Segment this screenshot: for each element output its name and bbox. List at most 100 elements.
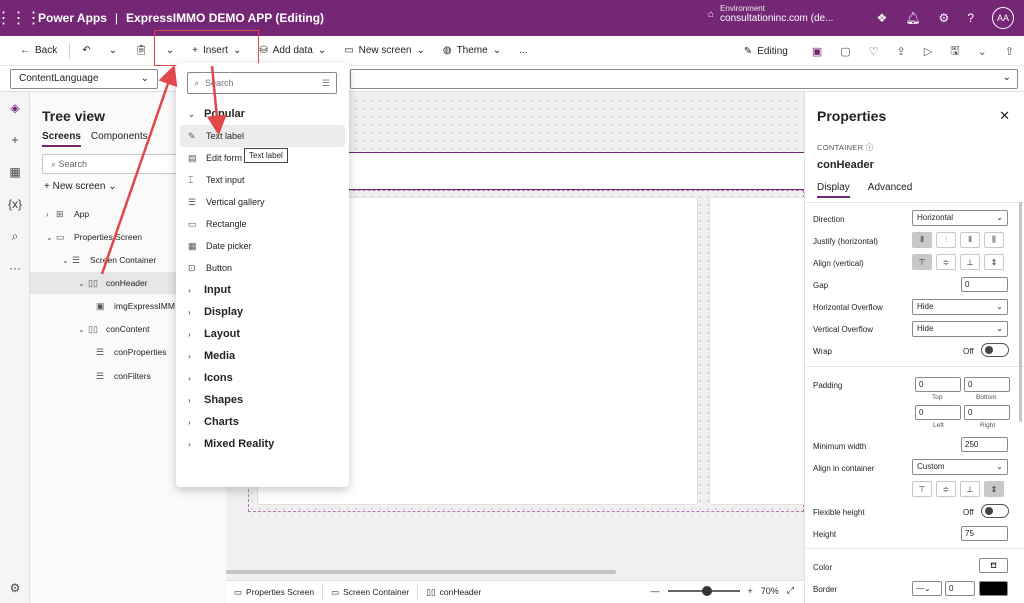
- app-launcher-icon[interactable]: ⋮⋮⋮: [0, 0, 42, 36]
- vertical-overflow-dropdown[interactable]: Hide ⌄: [912, 321, 1008, 337]
- justify-center-button[interactable]: ⫶: [936, 232, 956, 248]
- paste-button[interactable]: 📋︎: [129, 39, 154, 63]
- variables-icon[interactable]: {x}: [0, 188, 30, 220]
- category-shapes[interactable]: › Shapes: [180, 389, 345, 411]
- insert-plus-icon[interactable]: +: [0, 124, 30, 156]
- properties-scrollbar[interactable]: [1019, 202, 1022, 422]
- chevron-down-icon[interactable]: ⌄: [978, 45, 987, 58]
- close-icon[interactable]: ✕: [999, 108, 1010, 124]
- tab-advanced[interactable]: Advanced: [868, 182, 912, 198]
- chevron-down-icon[interactable]: ⌄: [46, 233, 56, 242]
- undo-menu-button[interactable]: ⌄: [103, 39, 123, 63]
- minimum-width-input[interactable]: 250: [961, 437, 1008, 452]
- add-data-button[interactable]: ⛁ Add data ⌄: [253, 39, 332, 63]
- data-table-icon[interactable]: ▦: [0, 156, 30, 188]
- align-self-center-button[interactable]: ≑: [936, 481, 956, 497]
- align-bottom-button[interactable]: ⊥: [960, 254, 980, 270]
- property-dropdown[interactable]: ContentLanguage ⌄: [10, 69, 158, 89]
- tab-components[interactable]: Components: [91, 131, 148, 147]
- copilot-pane-icon[interactable]: ▣: [812, 45, 822, 58]
- padding-top-input[interactable]: 0: [915, 377, 961, 392]
- info-icon[interactable]: ⓘ: [866, 143, 874, 152]
- insert-vertical-gallery[interactable]: ☰ Vertical gallery: [180, 191, 345, 213]
- copilot-icon[interactable]: ❖: [877, 11, 888, 25]
- help-icon[interactable]: ?: [967, 11, 974, 25]
- chevron-down-icon[interactable]: ⌄: [1003, 72, 1011, 83]
- align-self-stretch-button[interactable]: ⇕: [984, 481, 1004, 497]
- zoom-out-button[interactable]: —: [651, 586, 660, 596]
- flexible-height-toggle[interactable]: [981, 504, 1009, 518]
- chevron-down-icon[interactable]: ⌄: [62, 256, 72, 265]
- search-icon[interactable]: ⌕: [0, 220, 30, 252]
- zoom-slider[interactable]: [667, 585, 740, 596]
- canvas-horizontal-scrollbar[interactable]: [226, 570, 804, 576]
- category-media[interactable]: › Media: [180, 345, 345, 367]
- avatar[interactable]: AA: [992, 7, 1014, 29]
- align-middle-button[interactable]: ≑: [936, 254, 956, 270]
- more-button[interactable]: ...: [513, 39, 533, 63]
- color-picker[interactable]: ⛾: [979, 558, 1008, 573]
- category-icons[interactable]: › Icons: [180, 367, 345, 389]
- category-popular[interactable]: ⌄ Popular: [180, 103, 345, 125]
- zoom-slider-thumb[interactable]: [701, 585, 712, 596]
- save-icon[interactable]: 🖫︎: [950, 42, 959, 61]
- insert-rectangle[interactable]: ▭ Rectangle: [180, 213, 345, 235]
- app-checker-icon[interactable]: ♡: [869, 45, 879, 58]
- category-charts[interactable]: › Charts: [180, 411, 345, 433]
- app-name[interactable]: Power Apps: [38, 11, 107, 25]
- insert-date-picker[interactable]: ▦ Date picker: [180, 235, 345, 257]
- editing-button[interactable]: ✎ Editing: [738, 39, 794, 63]
- preview-play-icon[interactable]: ▷: [924, 45, 932, 58]
- undo-button[interactable]: ↶: [76, 39, 96, 63]
- category-mixed-reality[interactable]: › Mixed Reality: [180, 433, 345, 455]
- gap-input[interactable]: 0: [961, 277, 1008, 292]
- zoom-in-button[interactable]: +: [748, 586, 753, 596]
- theme-button[interactable]: ◍ Theme ⌄: [437, 39, 507, 63]
- insert-search-input[interactable]: ⌕ Search ☰: [187, 72, 337, 94]
- formula-input[interactable]: ⌄: [350, 69, 1018, 89]
- padding-left-input[interactable]: 0: [915, 405, 961, 420]
- notifications-icon[interactable]: 🔔︎: [905, 11, 920, 25]
- align-self-end-button[interactable]: ⊥: [960, 481, 980, 497]
- justify-start-button[interactable]: ⫴: [912, 232, 932, 248]
- tree-search-input[interactable]: ⌕ Search: [42, 154, 182, 174]
- breadcrumb-conheader[interactable]: ▯▯ conHeader: [418, 584, 489, 600]
- tree-view-icon[interactable]: ◈: [0, 92, 30, 124]
- control-name[interactable]: conHeader: [817, 159, 874, 171]
- height-input[interactable]: 75: [961, 526, 1008, 541]
- scrollbar-thumb[interactable]: [226, 570, 616, 574]
- border-width-input[interactable]: 0: [945, 581, 975, 596]
- insert-text-label[interactable]: ✎ Text label: [180, 125, 345, 147]
- horizontal-overflow-dropdown[interactable]: Hide ⌄: [912, 299, 1008, 315]
- chevron-down-icon[interactable]: ⌄: [78, 325, 88, 334]
- breadcrumb-screen-container[interactable]: ▭ Screen Container: [323, 584, 419, 600]
- padding-right-input[interactable]: 0: [964, 405, 1010, 420]
- confilters-card[interactable]: [709, 197, 809, 505]
- direction-dropdown[interactable]: Horizontal ⌄: [912, 210, 1008, 226]
- new-screen-button[interactable]: ▭ New screen ⌄: [338, 39, 431, 63]
- chevron-down-icon[interactable]: ⌄: [78, 279, 88, 288]
- chevron-right-icon[interactable]: ›: [46, 210, 56, 219]
- tab-display[interactable]: Display: [817, 182, 850, 198]
- category-input[interactable]: › Input: [180, 279, 345, 301]
- more-icon[interactable]: ···: [0, 252, 30, 284]
- comment-icon[interactable]: ▢: [840, 45, 850, 58]
- filter-icon[interactable]: ☰: [322, 78, 330, 89]
- border-color-picker[interactable]: [979, 581, 1008, 596]
- category-display[interactable]: › Display: [180, 301, 345, 323]
- category-layout[interactable]: › Layout: [180, 323, 345, 345]
- tab-screens[interactable]: Screens: [42, 131, 81, 147]
- settings-gear-icon[interactable]: ⚙: [0, 572, 30, 603]
- align-top-button[interactable]: ⊤: [912, 254, 932, 270]
- justify-space-between-button[interactable]: ⫼: [984, 232, 1004, 248]
- insert-button[interactable]: ⊡ Button: [180, 257, 345, 279]
- padding-bottom-input[interactable]: 0: [964, 377, 1010, 392]
- align-self-start-button[interactable]: ⊤: [912, 481, 932, 497]
- back-button[interactable]: ← Back: [14, 39, 63, 63]
- settings-gear-icon[interactable]: ⚙: [939, 11, 950, 25]
- align-in-container-dropdown[interactable]: Custom ⌄: [912, 459, 1008, 475]
- justify-end-button[interactable]: ⫴: [960, 232, 980, 248]
- environment-picker[interactable]: ⌂ Environment consultationinc.com (de...: [708, 4, 833, 24]
- wrap-toggle[interactable]: [981, 343, 1009, 357]
- breadcrumb-properties-screen[interactable]: ▭ Properties Screen: [226, 584, 324, 600]
